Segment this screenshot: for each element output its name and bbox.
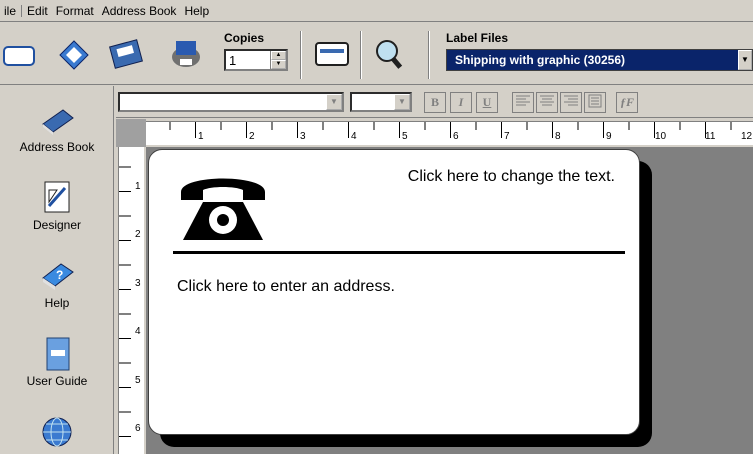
fonts-button[interactable]: ƒF xyxy=(616,92,638,113)
user-guide-icon xyxy=(46,337,70,371)
globe-icon xyxy=(42,417,72,447)
sidebar-item-designer[interactable]: Designer xyxy=(0,180,114,232)
sidebar-item-user-guide[interactable]: User Guide xyxy=(0,336,114,388)
sidebar-item-label: User Guide xyxy=(26,374,88,388)
toolbar-separator xyxy=(360,31,362,79)
app-window: ile Edit Format Address Book Help Copies… xyxy=(0,0,753,454)
justify-icon xyxy=(588,94,602,108)
open-icon[interactable] xyxy=(56,37,92,71)
menu-edit[interactable]: Edit xyxy=(23,0,52,22)
help-icon: ? xyxy=(42,263,74,290)
underline-button[interactable]: U xyxy=(476,92,498,113)
ruler-number: 2 xyxy=(135,229,141,240)
align-right-icon xyxy=(564,95,578,106)
toolbar-separator xyxy=(300,31,302,79)
justify-button[interactable] xyxy=(584,92,606,113)
toolbar-separator xyxy=(428,31,430,79)
ruler-strip: 1 2 3 4 5 6 xyxy=(118,147,144,454)
ruler-number: 6 xyxy=(453,131,459,142)
label-preview-icon[interactable] xyxy=(314,37,350,71)
menu-separator xyxy=(21,4,23,17)
spin-up-icon[interactable]: ▲ xyxy=(271,51,286,60)
sidebar-item-address-book[interactable]: Address Book xyxy=(0,102,114,154)
ruler-number: 3 xyxy=(135,278,141,289)
chevron-down-icon[interactable]: ▼ xyxy=(394,94,410,110)
ruler-number: 4 xyxy=(135,326,141,337)
align-center-icon xyxy=(540,95,554,106)
new-label-icon[interactable] xyxy=(2,37,38,71)
sidebar-item-web[interactable] xyxy=(0,414,114,450)
ruler-number: 8 xyxy=(555,131,561,142)
svg-text:?: ? xyxy=(56,268,63,282)
copies-stepper[interactable]: 1 ▲ ▼ xyxy=(224,49,288,71)
label-files-value[interactable]: Shipping with graphic (30256) xyxy=(447,53,738,67)
ruler-number: 10 xyxy=(655,131,667,142)
spin-down-icon[interactable]: ▼ xyxy=(271,60,286,69)
save-icon[interactable] xyxy=(108,37,144,71)
ruler-corner xyxy=(116,119,146,147)
menu-address-book[interactable]: Address Book xyxy=(98,0,181,22)
align-center-button[interactable] xyxy=(536,92,558,113)
search-icon[interactable] xyxy=(372,37,408,71)
label-preview[interactable]: Click here to change the text. Click her… xyxy=(148,149,640,435)
ruler-number: 2 xyxy=(249,131,255,142)
ruler-number: 1 xyxy=(135,181,141,192)
ruler-number: 9 xyxy=(606,131,612,142)
main-toolbar: Copies 1 ▲ ▼ Label Files Shipping with g… xyxy=(0,23,753,85)
ruler-strip: 1 2 3 4 5 6 7 8 9 10 11 12 xyxy=(146,121,753,145)
align-left-icon xyxy=(516,95,530,106)
sidebar-item-label: Designer xyxy=(32,218,82,232)
ruler-number: 6 xyxy=(135,423,141,434)
copies-label: Copies xyxy=(224,31,265,45)
ruler-number: 12 xyxy=(741,131,753,142)
ruler-ticks xyxy=(119,166,131,437)
menu-bar: ile Edit Format Address Book Help xyxy=(0,0,753,22)
horizontal-ruler: 1 2 3 4 5 6 7 8 9 10 11 12 xyxy=(116,119,753,147)
print-icon[interactable] xyxy=(168,37,204,71)
sidebar-item-label: Address Book xyxy=(19,140,95,154)
ruler-number: 5 xyxy=(402,131,408,142)
label-text-field[interactable]: Click here to change the text. xyxy=(408,168,615,186)
vertical-ruler: 1 2 3 4 5 6 xyxy=(116,147,146,454)
menu-file[interactable]: ile xyxy=(0,0,20,22)
address-field[interactable]: Click here to enter an address. xyxy=(177,278,395,296)
sidebar-item-label: Help xyxy=(44,296,70,310)
ruler-number: 3 xyxy=(300,131,306,142)
sidebar: Address Book Designer ? Help User Guide xyxy=(0,86,114,454)
chevron-down-icon[interactable]: ▼ xyxy=(738,50,752,70)
telephone-icon[interactable] xyxy=(175,166,271,244)
ruler-number: 11 xyxy=(705,131,716,142)
sidebar-item-help[interactable]: ? Help xyxy=(0,258,114,310)
italic-button[interactable]: I xyxy=(450,92,472,113)
copies-spinner: ▲ ▼ xyxy=(270,51,286,69)
chevron-down-icon[interactable]: ▼ xyxy=(326,94,342,110)
designer-icon xyxy=(44,181,70,213)
font-size-select[interactable]: ▼ xyxy=(350,92,412,112)
font-select[interactable]: ▼ xyxy=(118,92,344,112)
align-left-button[interactable] xyxy=(512,92,534,113)
ruler-number: 5 xyxy=(135,375,141,386)
label-divider xyxy=(173,251,625,254)
align-right-button[interactable] xyxy=(560,92,582,113)
ruler-number: 1 xyxy=(198,131,204,142)
copies-value[interactable]: 1 xyxy=(226,53,270,68)
bold-button[interactable]: B xyxy=(424,92,446,113)
label-canvas: Click here to change the text. Click her… xyxy=(146,147,753,454)
ruler-number: 7 xyxy=(504,131,510,142)
menu-format[interactable]: Format xyxy=(52,0,98,22)
address-book-icon xyxy=(42,109,74,135)
format-toolbar: ▼ ▼ B I U ƒF xyxy=(116,86,753,118)
ruler-number: 4 xyxy=(351,131,357,142)
label-files-label: Label Files xyxy=(446,31,509,45)
label-files-select[interactable]: Shipping with graphic (30256) ▼ xyxy=(446,49,753,71)
menu-help[interactable]: Help xyxy=(180,0,213,22)
